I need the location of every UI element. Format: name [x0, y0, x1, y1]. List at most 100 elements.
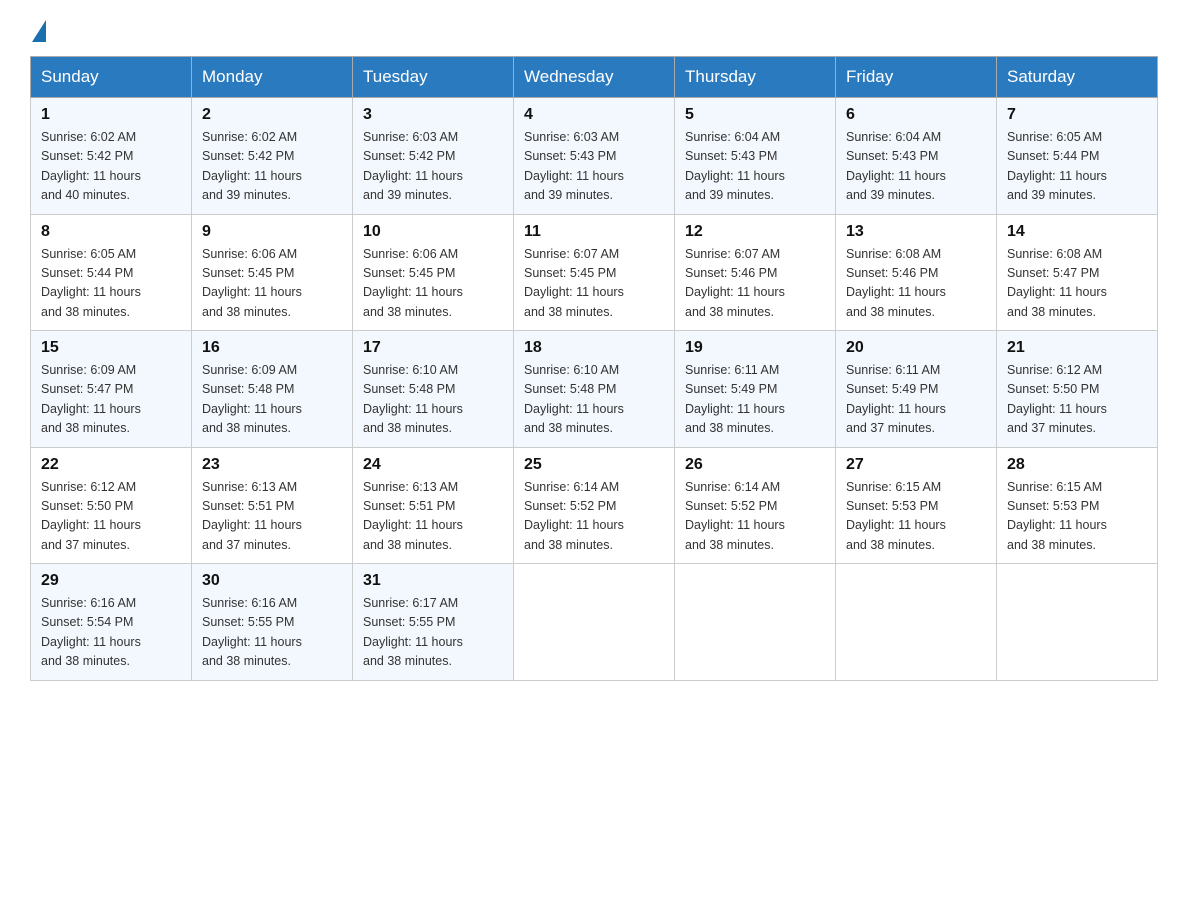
- day-number: 1: [41, 106, 181, 124]
- calendar-cell: 8 Sunrise: 6:05 AMSunset: 5:44 PMDayligh…: [31, 214, 192, 331]
- calendar-header-friday: Friday: [836, 57, 997, 98]
- calendar-cell: 3 Sunrise: 6:03 AMSunset: 5:42 PMDayligh…: [353, 98, 514, 215]
- page-header: [30, 20, 1158, 36]
- day-number: 25: [524, 456, 664, 474]
- day-number: 6: [846, 106, 986, 124]
- calendar-week-row: 1 Sunrise: 6:02 AMSunset: 5:42 PMDayligh…: [31, 98, 1158, 215]
- day-number: 8: [41, 223, 181, 241]
- day-info: Sunrise: 6:14 AMSunset: 5:52 PMDaylight:…: [685, 478, 825, 556]
- day-number: 10: [363, 223, 503, 241]
- calendar-cell: 27 Sunrise: 6:15 AMSunset: 5:53 PMDaylig…: [836, 447, 997, 564]
- logo-triangle-icon: [32, 20, 46, 42]
- calendar-header-tuesday: Tuesday: [353, 57, 514, 98]
- day-info: Sunrise: 6:13 AMSunset: 5:51 PMDaylight:…: [363, 478, 503, 556]
- day-info: Sunrise: 6:12 AMSunset: 5:50 PMDaylight:…: [41, 478, 181, 556]
- day-number: 21: [1007, 339, 1147, 357]
- calendar-cell: 15 Sunrise: 6:09 AMSunset: 5:47 PMDaylig…: [31, 331, 192, 448]
- calendar-cell: [514, 564, 675, 681]
- calendar-table: SundayMondayTuesdayWednesdayThursdayFrid…: [30, 56, 1158, 681]
- calendar-cell: 24 Sunrise: 6:13 AMSunset: 5:51 PMDaylig…: [353, 447, 514, 564]
- day-number: 5: [685, 106, 825, 124]
- day-number: 20: [846, 339, 986, 357]
- day-number: 16: [202, 339, 342, 357]
- calendar-cell: 11 Sunrise: 6:07 AMSunset: 5:45 PMDaylig…: [514, 214, 675, 331]
- day-number: 11: [524, 223, 664, 241]
- day-info: Sunrise: 6:17 AMSunset: 5:55 PMDaylight:…: [363, 594, 503, 672]
- logo: [30, 20, 46, 36]
- calendar-header-sunday: Sunday: [31, 57, 192, 98]
- calendar-cell: 7 Sunrise: 6:05 AMSunset: 5:44 PMDayligh…: [997, 98, 1158, 215]
- day-info: Sunrise: 6:06 AMSunset: 5:45 PMDaylight:…: [363, 245, 503, 323]
- day-number: 3: [363, 106, 503, 124]
- day-number: 14: [1007, 223, 1147, 241]
- calendar-cell: 18 Sunrise: 6:10 AMSunset: 5:48 PMDaylig…: [514, 331, 675, 448]
- day-info: Sunrise: 6:10 AMSunset: 5:48 PMDaylight:…: [363, 361, 503, 439]
- calendar-cell: 21 Sunrise: 6:12 AMSunset: 5:50 PMDaylig…: [997, 331, 1158, 448]
- calendar-cell: 16 Sunrise: 6:09 AMSunset: 5:48 PMDaylig…: [192, 331, 353, 448]
- day-number: 9: [202, 223, 342, 241]
- day-number: 15: [41, 339, 181, 357]
- day-info: Sunrise: 6:10 AMSunset: 5:48 PMDaylight:…: [524, 361, 664, 439]
- day-info: Sunrise: 6:09 AMSunset: 5:47 PMDaylight:…: [41, 361, 181, 439]
- day-number: 26: [685, 456, 825, 474]
- calendar-header-saturday: Saturday: [997, 57, 1158, 98]
- day-info: Sunrise: 6:09 AMSunset: 5:48 PMDaylight:…: [202, 361, 342, 439]
- calendar-cell: 2 Sunrise: 6:02 AMSunset: 5:42 PMDayligh…: [192, 98, 353, 215]
- day-info: Sunrise: 6:11 AMSunset: 5:49 PMDaylight:…: [685, 361, 825, 439]
- day-number: 12: [685, 223, 825, 241]
- day-number: 29: [41, 572, 181, 590]
- day-info: Sunrise: 6:06 AMSunset: 5:45 PMDaylight:…: [202, 245, 342, 323]
- calendar-cell: 12 Sunrise: 6:07 AMSunset: 5:46 PMDaylig…: [675, 214, 836, 331]
- day-info: Sunrise: 6:16 AMSunset: 5:54 PMDaylight:…: [41, 594, 181, 672]
- calendar-cell: 4 Sunrise: 6:03 AMSunset: 5:43 PMDayligh…: [514, 98, 675, 215]
- calendar-cell: 9 Sunrise: 6:06 AMSunset: 5:45 PMDayligh…: [192, 214, 353, 331]
- day-number: 24: [363, 456, 503, 474]
- day-info: Sunrise: 6:13 AMSunset: 5:51 PMDaylight:…: [202, 478, 342, 556]
- day-number: 22: [41, 456, 181, 474]
- calendar-header-row: SundayMondayTuesdayWednesdayThursdayFrid…: [31, 57, 1158, 98]
- calendar-cell: 5 Sunrise: 6:04 AMSunset: 5:43 PMDayligh…: [675, 98, 836, 215]
- calendar-cell: 14 Sunrise: 6:08 AMSunset: 5:47 PMDaylig…: [997, 214, 1158, 331]
- calendar-cell: 28 Sunrise: 6:15 AMSunset: 5:53 PMDaylig…: [997, 447, 1158, 564]
- calendar-cell: 10 Sunrise: 6:06 AMSunset: 5:45 PMDaylig…: [353, 214, 514, 331]
- calendar-cell: 23 Sunrise: 6:13 AMSunset: 5:51 PMDaylig…: [192, 447, 353, 564]
- calendar-cell: [997, 564, 1158, 681]
- day-number: 13: [846, 223, 986, 241]
- calendar-cell: 20 Sunrise: 6:11 AMSunset: 5:49 PMDaylig…: [836, 331, 997, 448]
- day-number: 31: [363, 572, 503, 590]
- calendar-cell: 13 Sunrise: 6:08 AMSunset: 5:46 PMDaylig…: [836, 214, 997, 331]
- day-info: Sunrise: 6:16 AMSunset: 5:55 PMDaylight:…: [202, 594, 342, 672]
- calendar-cell: 6 Sunrise: 6:04 AMSunset: 5:43 PMDayligh…: [836, 98, 997, 215]
- day-number: 23: [202, 456, 342, 474]
- day-number: 18: [524, 339, 664, 357]
- calendar-cell: 29 Sunrise: 6:16 AMSunset: 5:54 PMDaylig…: [31, 564, 192, 681]
- day-number: 27: [846, 456, 986, 474]
- day-number: 28: [1007, 456, 1147, 474]
- day-info: Sunrise: 6:11 AMSunset: 5:49 PMDaylight:…: [846, 361, 986, 439]
- calendar-header-monday: Monday: [192, 57, 353, 98]
- calendar-cell: 25 Sunrise: 6:14 AMSunset: 5:52 PMDaylig…: [514, 447, 675, 564]
- day-info: Sunrise: 6:04 AMSunset: 5:43 PMDaylight:…: [846, 128, 986, 206]
- calendar-cell: 22 Sunrise: 6:12 AMSunset: 5:50 PMDaylig…: [31, 447, 192, 564]
- day-info: Sunrise: 6:14 AMSunset: 5:52 PMDaylight:…: [524, 478, 664, 556]
- day-number: 30: [202, 572, 342, 590]
- calendar-cell: 30 Sunrise: 6:16 AMSunset: 5:55 PMDaylig…: [192, 564, 353, 681]
- calendar-cell: 1 Sunrise: 6:02 AMSunset: 5:42 PMDayligh…: [31, 98, 192, 215]
- day-info: Sunrise: 6:03 AMSunset: 5:43 PMDaylight:…: [524, 128, 664, 206]
- calendar-week-row: 29 Sunrise: 6:16 AMSunset: 5:54 PMDaylig…: [31, 564, 1158, 681]
- day-info: Sunrise: 6:15 AMSunset: 5:53 PMDaylight:…: [1007, 478, 1147, 556]
- day-info: Sunrise: 6:07 AMSunset: 5:46 PMDaylight:…: [685, 245, 825, 323]
- calendar-cell: 19 Sunrise: 6:11 AMSunset: 5:49 PMDaylig…: [675, 331, 836, 448]
- calendar-cell: 17 Sunrise: 6:10 AMSunset: 5:48 PMDaylig…: [353, 331, 514, 448]
- calendar-cell: [836, 564, 997, 681]
- day-info: Sunrise: 6:12 AMSunset: 5:50 PMDaylight:…: [1007, 361, 1147, 439]
- calendar-header-wednesday: Wednesday: [514, 57, 675, 98]
- calendar-week-row: 8 Sunrise: 6:05 AMSunset: 5:44 PMDayligh…: [31, 214, 1158, 331]
- calendar-cell: [675, 564, 836, 681]
- day-info: Sunrise: 6:08 AMSunset: 5:46 PMDaylight:…: [846, 245, 986, 323]
- calendar-cell: 26 Sunrise: 6:14 AMSunset: 5:52 PMDaylig…: [675, 447, 836, 564]
- day-info: Sunrise: 6:02 AMSunset: 5:42 PMDaylight:…: [41, 128, 181, 206]
- day-info: Sunrise: 6:02 AMSunset: 5:42 PMDaylight:…: [202, 128, 342, 206]
- day-number: 4: [524, 106, 664, 124]
- day-info: Sunrise: 6:03 AMSunset: 5:42 PMDaylight:…: [363, 128, 503, 206]
